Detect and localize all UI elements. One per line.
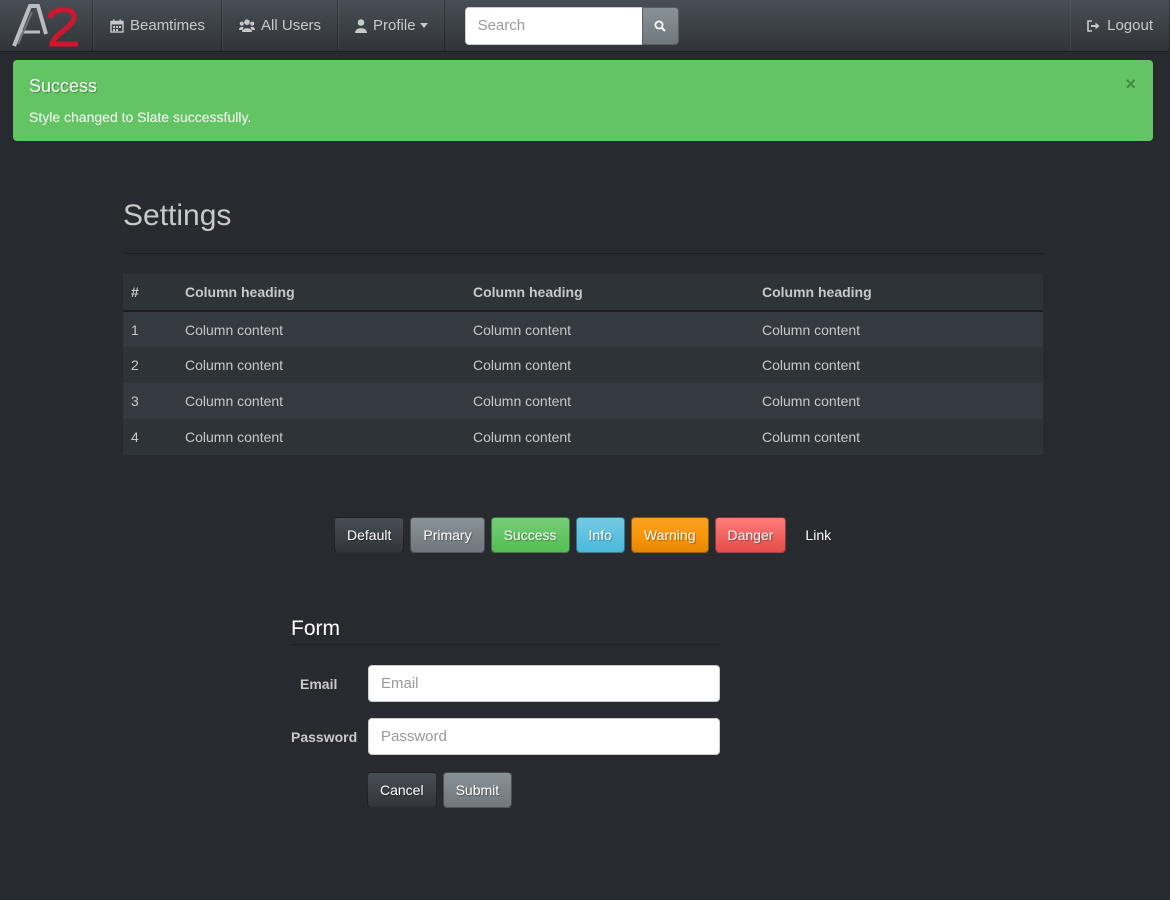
- settings-table: # Column heading Column heading Column h…: [123, 274, 1043, 455]
- nav-all-users-label: All Users: [261, 17, 322, 34]
- email-label: Email: [300, 676, 338, 692]
- search-form: [464, 0, 679, 51]
- primary-button[interactable]: Primary: [410, 517, 485, 553]
- page-title: Settings: [123, 199, 232, 232]
- alert-message: Style changed to Slate successfully.: [29, 109, 252, 125]
- nav-beamtimes[interactable]: Beamtimes: [93, 0, 223, 51]
- password-field[interactable]: [368, 718, 720, 755]
- nav-all-users[interactable]: All Users: [222, 0, 339, 51]
- nav-beamtimes-label: Beamtimes: [130, 17, 206, 34]
- danger-button[interactable]: Danger: [714, 517, 787, 553]
- brand-logo[interactable]: [0, 0, 93, 51]
- table-cell: Column content: [177, 383, 465, 419]
- close-icon[interactable]: ×: [1125, 75, 1136, 93]
- search-button[interactable]: [641, 6, 679, 45]
- table-row: 4 Column content Column content Column c…: [123, 419, 1043, 455]
- table-cell: Column content: [465, 311, 754, 347]
- table-cell: Column content: [177, 311, 465, 347]
- submit-button[interactable]: Submit: [442, 772, 513, 808]
- table-cell: Column content: [754, 383, 1043, 419]
- nav-profile-label: Profile: [373, 17, 416, 34]
- table-row: 1 Column content Column content Column c…: [123, 311, 1043, 347]
- a2-logo-icon: [12, 3, 78, 47]
- table-cell: Column content: [754, 311, 1043, 347]
- table-cell-number: 1: [123, 311, 177, 347]
- alert-title: Success: [29, 76, 98, 96]
- button-showcase: Default Primary Success Info Warning Dan…: [334, 517, 850, 553]
- form-divider: [291, 644, 720, 645]
- table-cell: Column content: [465, 347, 754, 383]
- sign-out-icon: [1087, 19, 1101, 32]
- form-title: Form: [291, 617, 340, 640]
- table-cell: Column content: [754, 419, 1043, 455]
- table-header-row: # Column heading Column heading Column h…: [123, 274, 1043, 312]
- search-icon: [654, 20, 666, 32]
- table-header-number: #: [123, 274, 177, 312]
- user-icon: [355, 18, 368, 33]
- warning-button[interactable]: Warning: [630, 517, 709, 553]
- success-button[interactable]: Success: [490, 517, 570, 553]
- navbar: Beamtimes All Users Profile Search Logou…: [0, 0, 1170, 52]
- table-cell: Column content: [465, 383, 754, 419]
- title-divider: [123, 253, 1043, 254]
- search-input[interactable]: [464, 6, 642, 45]
- form-actions: Cancel Submit: [367, 772, 518, 808]
- table-cell: Column content: [754, 347, 1043, 383]
- table-header: Column heading: [754, 274, 1043, 312]
- cancel-button[interactable]: Cancel: [367, 772, 437, 808]
- success-alert: Success Style changed to Slate successfu…: [13, 60, 1153, 141]
- caret-down-icon: [419, 23, 428, 28]
- table-header: Column heading: [177, 274, 465, 312]
- table-cell: Column content: [177, 347, 465, 383]
- table-row: 2 Column content Column content Column c…: [123, 347, 1043, 383]
- table-row: 3 Column content Column content Column c…: [123, 383, 1043, 419]
- table-cell: Column content: [465, 419, 754, 455]
- email-field[interactable]: [368, 665, 720, 702]
- calendar-icon: [110, 19, 124, 33]
- info-button[interactable]: Info: [575, 517, 625, 553]
- nav-logout[interactable]: Logout: [1070, 0, 1170, 51]
- table-cell-number: 2: [123, 347, 177, 383]
- table-cell-number: 4: [123, 419, 177, 455]
- table-cell-number: 3: [123, 383, 177, 419]
- nav-logout-label: Logout: [1107, 17, 1153, 34]
- users-icon: [239, 19, 256, 32]
- table-cell: Column content: [177, 419, 465, 455]
- link-button[interactable]: Link: [792, 517, 844, 553]
- password-label: Password: [291, 729, 358, 745]
- table-header: Column heading: [465, 274, 754, 312]
- nav-profile-dropdown[interactable]: Profile: [338, 0, 445, 51]
- default-button[interactable]: Default: [334, 517, 405, 553]
